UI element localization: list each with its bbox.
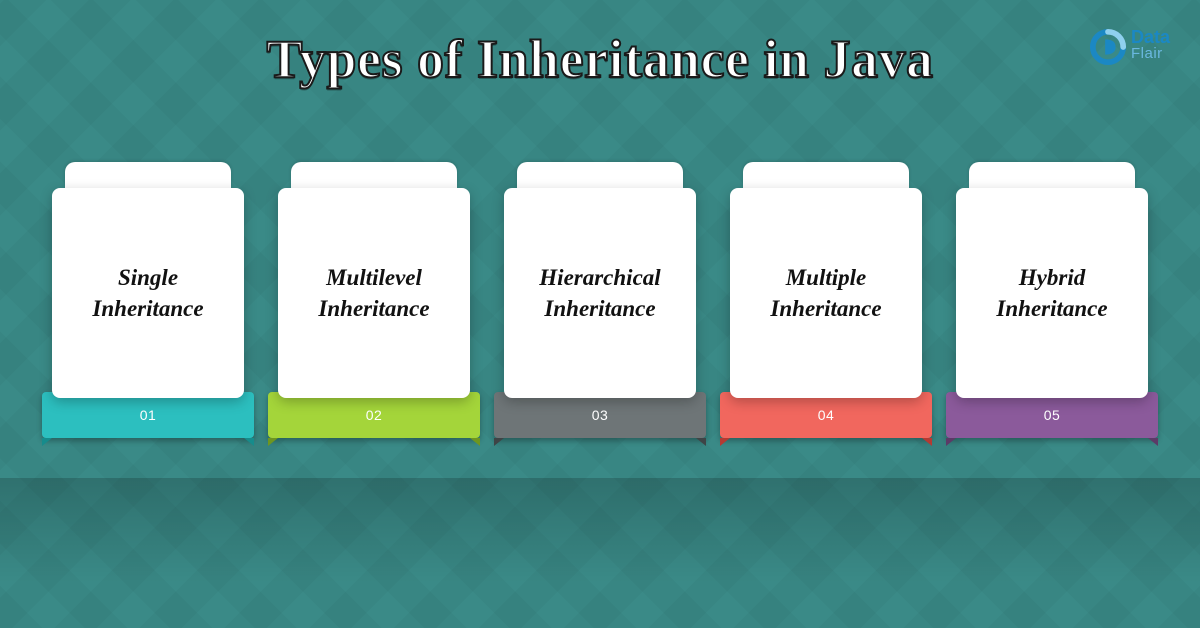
card-tab [517,162,682,188]
card-multilevel-inheritance: Multilevel Inheritance 02 [278,162,470,438]
card-multiple-inheritance: Multiple Inheritance 04 [730,162,922,438]
card-number: 04 [818,407,835,423]
card-label: Hierarchical Inheritance [518,262,682,324]
card-body: Multilevel Inheritance [278,188,470,398]
card-body: Single Inheritance [52,188,244,398]
card-label: Hybrid Inheritance [970,262,1134,324]
card-tab [969,162,1134,188]
card-number-ribbon: 05 [946,392,1158,438]
card-tab [291,162,456,188]
card-number: 02 [366,407,383,423]
card-label: Single Inheritance [66,262,230,324]
brand-logo: Data Flair [1089,28,1170,66]
floor-reflection [0,478,1200,628]
card-number-ribbon: 03 [494,392,706,438]
logo-text-line1: Data [1131,28,1170,46]
card-label: Multilevel Inheritance [292,262,456,324]
card-label: Multiple Inheritance [744,262,908,324]
card-hybrid-inheritance: Hybrid Inheritance 05 [956,162,1148,438]
card-row: Single Inheritance 01 Multilevel Inherit… [0,162,1200,438]
logo-text-line2: Flair [1131,46,1170,61]
card-body: Hierarchical Inheritance [504,188,696,398]
logo-icon [1089,28,1127,66]
card-number: 03 [592,407,609,423]
card-number: 05 [1044,407,1061,423]
card-number-ribbon: 04 [720,392,932,438]
card-tab [65,162,230,188]
card-body: Multiple Inheritance [730,188,922,398]
page-title: Types of Inheritance in Java [0,0,1200,90]
card-number-ribbon: 02 [268,392,480,438]
card-tab [743,162,908,188]
card-single-inheritance: Single Inheritance 01 [52,162,244,438]
card-hierarchical-inheritance: Hierarchical Inheritance 03 [504,162,696,438]
card-number: 01 [140,407,157,423]
card-body: Hybrid Inheritance [956,188,1148,398]
card-number-ribbon: 01 [42,392,254,438]
